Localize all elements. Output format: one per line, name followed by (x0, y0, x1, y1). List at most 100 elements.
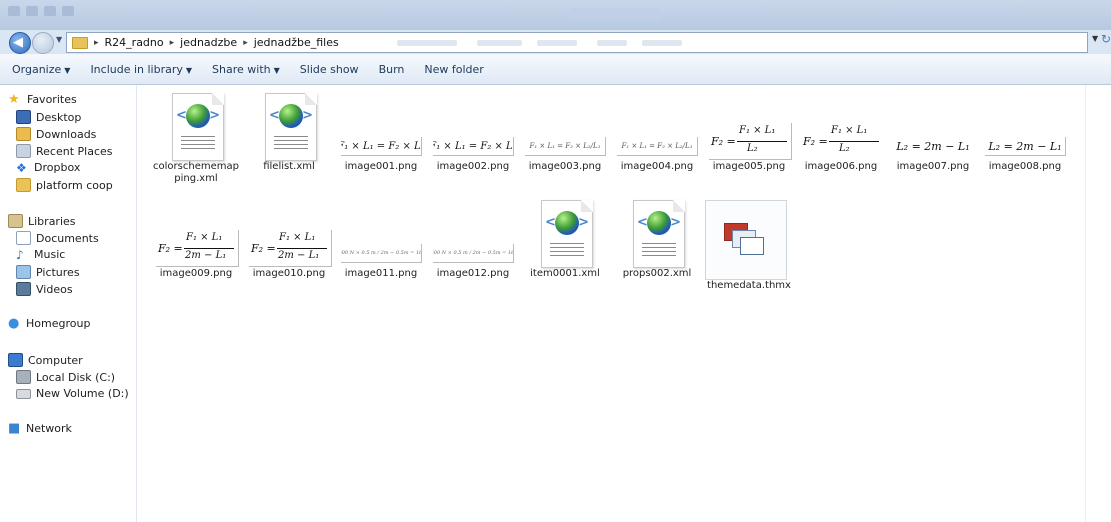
image-thumbnail: F₁ × L₁ = F₂ × L₂/L₁ (613, 93, 701, 159)
file-item[interactable]: < > props002.xml (613, 200, 701, 280)
recent-pages-dropdown[interactable]: ▼ (56, 35, 62, 44)
arrow-left-icon: ◀ (13, 35, 23, 50)
nav-item-network[interactable]: ■ Network (8, 420, 72, 436)
file-item[interactable]: themedata.thmx (705, 200, 793, 292)
nav-label: Music (34, 248, 66, 261)
file-item[interactable]: F₂ = F₁ × L₁ 2m − L₁ image010.png (245, 200, 333, 280)
file-item[interactable]: F₂ = F₁ × L₁ L₂ image006.png (797, 93, 885, 173)
nav-label: Pictures (36, 265, 80, 279)
xml-globe-icon: < > (245, 93, 333, 161)
file-item[interactable]: < > colorschememapping.xml (152, 93, 240, 185)
chevron-down-icon: ▼ (185, 65, 193, 75)
new-folder-button[interactable]: New folder (424, 63, 483, 76)
nav-item-desktop[interactable]: Desktop (16, 110, 81, 124)
file-name: props002.xml (622, 268, 692, 279)
nav-item-videos[interactable]: Videos (16, 282, 73, 296)
videos-icon (16, 282, 31, 296)
nav-item-documents[interactable]: Documents (16, 231, 99, 245)
image-thumbnail: F₁ × L₁ = F₂ × L₂ (337, 93, 425, 159)
network-icon: ■ (8, 420, 21, 436)
formula-denominator: 2m − L₁ (278, 250, 320, 261)
file-item[interactable]: F₂ = 500 N × 0.5 m / 2m − 0.5m = 166,6 N… (337, 200, 425, 280)
pictures-icon (16, 265, 31, 279)
file-item[interactable]: L₂ = 2m − L₁ image008.png (981, 93, 1069, 173)
image-thumbnail: L₂ = 2m − L₁ (981, 93, 1069, 159)
formula-denominator: L₂ (839, 143, 850, 154)
address-dropdown[interactable]: ▼ (1092, 34, 1098, 43)
breadcrumb-separator[interactable]: ▸ (243, 38, 248, 48)
file-name: image012.png (436, 268, 510, 279)
xml-globe-icon: < > (152, 93, 240, 161)
nav-item-pictures[interactable]: Pictures (16, 265, 80, 279)
file-item[interactable]: < > item0001.xml (521, 200, 609, 280)
breadcrumb-separator[interactable]: ▸ (94, 38, 99, 48)
blurred-text (537, 40, 577, 46)
formula-preview: F₁ × L₁ = F₂ × L₂/L₁ (617, 137, 698, 156)
file-item[interactable]: F₂ = F₁ × L₁ L₂ image005.png (705, 93, 793, 173)
image-thumbnail: F₂ = F₁ × L₁ L₂ (797, 93, 885, 159)
file-item[interactable]: F₁ × L₁ = F₂ × L₂/L₁ image003.png (521, 93, 609, 173)
file-item[interactable]: F₂ = F₁ × L₁ 2m − L₁ image009.png (152, 200, 240, 280)
breadcrumb-jednadzbe[interactable]: jednadzbe (180, 36, 237, 49)
breadcrumb-jednadzbe-files[interactable]: jednadžbe_files (254, 36, 339, 49)
window-title (570, 8, 660, 20)
file-item[interactable]: < > filelist.xml (245, 93, 333, 173)
burn-button[interactable]: Burn (379, 63, 405, 76)
formula-numerator: F₁ × L₁ (186, 232, 223, 243)
nav-item-computer[interactable]: Computer (8, 353, 83, 367)
chevron-down-icon: ▼ (64, 65, 71, 75)
nav-label: Desktop (36, 110, 82, 124)
share-with-label: Share with (212, 62, 271, 76)
nav-item-downloads[interactable]: Downloads (16, 127, 96, 141)
back-button[interactable]: ◀ (9, 32, 31, 54)
nav-item-libraries[interactable]: Libraries (8, 214, 76, 228)
file-name: image002.png (436, 161, 510, 172)
breadcrumb-r24-radno[interactable]: R24_radno (105, 36, 164, 49)
folder-icon (72, 36, 88, 49)
file-item[interactable]: F₁ × L₁ = F₂ × L₂ image002.png (429, 93, 517, 173)
vertical-scrollbar[interactable] (1085, 85, 1111, 522)
formula-numerator: F₁ × L₁ (739, 125, 776, 136)
image-thumbnail: F₁ × L₁ = F₂ × L₂/L₁ (521, 93, 609, 159)
formula-preview: F₂ = 500 N × 0.5 m / 2m − 0.5m = 166,6 N (433, 244, 514, 263)
nav-label: Downloads (36, 127, 97, 141)
file-item[interactable]: L₂ = 2m − L₁ image007.png (889, 93, 977, 173)
nav-item-new-volume[interactable]: New Volume (D:) (16, 387, 129, 400)
computer-icon (8, 353, 23, 367)
file-name: image011.png (344, 268, 418, 279)
nav-item-favorites[interactable]: ★ Favorites (8, 93, 77, 107)
include-in-library-button[interactable]: Include in library ▼ (90, 63, 192, 76)
blurred-text (477, 40, 522, 46)
breadcrumb-separator[interactable]: ▸ (170, 38, 175, 48)
image-thumbnail: F₁ × L₁ = F₂ × L₂ (429, 93, 517, 159)
nav-item-recent-places[interactable]: Recent Places (16, 144, 113, 158)
include-in-library-label: Include in library (90, 62, 183, 76)
desktop-icon (16, 110, 31, 124)
nav-item-homegroup[interactable]: ● Homegroup (8, 317, 90, 331)
address-input[interactable]: ▸ R24_radno ▸ jednadzbe ▸ jednadžbe_file… (66, 32, 1088, 53)
nav-item-music[interactable]: ♪ Music (16, 248, 65, 261)
refresh-icon[interactable]: ↻ (1101, 32, 1111, 46)
nav-label: Dropbox (34, 161, 81, 174)
image-thumbnail: F₂ = F₁ × L₁ 2m − L₁ (152, 200, 240, 267)
forward-button[interactable] (32, 32, 54, 54)
formula-numerator: F₁ × L₁ (279, 232, 316, 243)
image-thumbnail: F₂ = 500 N × 0.5 m / 2m − 0.5m = 166,6 N (337, 200, 425, 266)
organize-button[interactable]: Organize ▼ (12, 63, 70, 76)
nav-item-local-disk[interactable]: Local Disk (C:) (16, 370, 115, 384)
file-item[interactable]: F₁ × L₁ = F₂ × L₂/L₁ image004.png (613, 93, 701, 173)
nav-item-dropbox[interactable]: ❖ Dropbox (16, 161, 80, 174)
file-item[interactable]: F₂ = 500 N × 0.5 m / 2m − 0.5m = 166,6 N… (429, 200, 517, 280)
file-name: image006.png (804, 161, 878, 172)
image-thumbnail: L₂ = 2m − L₁ (889, 93, 977, 159)
share-with-button[interactable]: Share with ▼ (212, 63, 280, 76)
nav-item-platform-coop[interactable]: platform coop (16, 178, 113, 192)
formula-preview: F₁ × L₁ = F₂ × L₂/L₁ (525, 137, 606, 156)
file-item[interactable]: F₁ × L₁ = F₂ × L₂ image001.png (337, 93, 425, 173)
image-thumbnail: F₂ = F₁ × L₁ L₂ (705, 93, 793, 160)
documents-icon (16, 231, 31, 245)
title-bar (0, 0, 1111, 30)
formula-preview: F₁ × L₁ = F₂ × L₂ (341, 137, 422, 156)
music-icon: ♪ (16, 247, 24, 262)
slide-show-button[interactable]: Slide show (300, 63, 359, 76)
